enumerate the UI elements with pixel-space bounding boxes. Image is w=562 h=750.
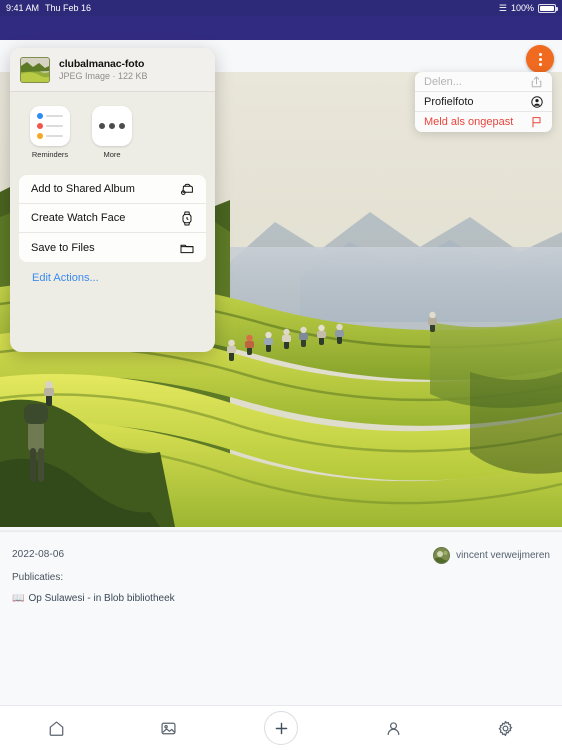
books-icon: 📖	[12, 592, 25, 604]
action-label: Save to Files	[31, 241, 95, 254]
action-add-to-shared-album[interactable]: Add to Shared Album	[19, 175, 206, 204]
battery-percent: 100%	[510, 3, 534, 13]
person-icon	[385, 720, 402, 737]
image-icon	[160, 720, 177, 737]
context-menu-label: Meld als ongepast	[424, 116, 514, 128]
file-meta: JPEG Image · 122 KB	[59, 71, 148, 81]
battery-full-icon	[538, 3, 558, 13]
action-label: Add to Shared Album	[31, 183, 135, 195]
share-sheet-file-info: clubalmanac-foto JPEG Image · 122 KB	[59, 58, 148, 81]
status-bar: 9:41 AM Thu Feb 16 ☰ 100%	[0, 0, 562, 16]
photo-thumbnail	[20, 56, 50, 83]
status-bar-left: 9:41 AM Thu Feb 16	[6, 3, 91, 13]
action-save-to-files[interactable]: Save to Files	[19, 233, 206, 262]
share-sheet-header: clubalmanac-foto JPEG Image · 122 KB	[10, 48, 215, 92]
flag-icon	[530, 116, 543, 129]
page-body: Delen... Profielfoto Meld als ongepast c…	[0, 40, 562, 750]
share-sheet-actions: Add to Shared Album Create Watch Face Sa…	[19, 175, 206, 262]
plus-icon	[264, 711, 299, 745]
share-sheet-app-row: Reminders More	[10, 92, 215, 163]
meta-inner: 2022-08-06 Publicaties: 📖 Op Sulawesi - …	[0, 531, 562, 604]
bottom-tab-bar	[0, 705, 562, 750]
status-date: Thu Feb 16	[45, 3, 92, 13]
share-icon	[530, 75, 543, 88]
folder-icon	[179, 240, 194, 255]
publication-link-label: Op Sulawesi - in Blob bibliotheek	[28, 593, 175, 604]
avatar	[433, 547, 451, 564]
share-target-reminders[interactable]: Reminders	[26, 106, 74, 159]
context-menu-item-report[interactable]: Meld als ongepast	[415, 112, 552, 132]
tab-settings[interactable]	[450, 706, 562, 750]
action-create-watch-face[interactable]: Create Watch Face	[19, 204, 206, 233]
wifi-icon: ☰	[498, 2, 507, 13]
tab-gallery[interactable]	[112, 706, 224, 750]
share-target-more[interactable]: More	[88, 106, 136, 159]
share-target-label: More	[103, 150, 121, 159]
status-time: 9:41 AM	[6, 3, 40, 13]
publication-link[interactable]: 📖 Op Sulawesi - in Blob bibliotheek	[12, 593, 550, 604]
shared-album-icon	[179, 182, 194, 197]
more-vertical-icon[interactable]	[526, 45, 554, 73]
home-icon	[48, 720, 65, 737]
tab-home[interactable]	[0, 706, 112, 750]
author-name: vincent verweijmeren	[456, 550, 550, 561]
context-menu-label: Delen...	[424, 75, 462, 88]
publications-label: Publicaties:	[12, 572, 64, 583]
edit-actions-button[interactable]: Edit Actions...	[10, 262, 215, 284]
context-menu-item-profile-photo[interactable]: Profielfoto	[415, 92, 552, 112]
gear-icon	[497, 720, 514, 737]
file-name: clubalmanac-foto	[59, 58, 145, 70]
status-bar-right: ☰ 100%	[498, 2, 558, 13]
share-target-label: Reminders	[31, 150, 69, 159]
context-menu-label: Profielfoto	[424, 95, 474, 108]
context-menu: Delen... Profielfoto Meld als ongepast	[415, 72, 552, 132]
tab-add[interactable]	[225, 706, 337, 750]
context-menu-item-share[interactable]: Delen...	[415, 72, 552, 92]
share-sheet: clubalmanac-foto JPEG Image · 122 KB Rem…	[10, 48, 215, 352]
reminders-icon	[30, 106, 70, 146]
watch-icon	[179, 211, 194, 226]
tab-profile[interactable]	[337, 706, 449, 750]
action-label: Create Watch Face	[31, 212, 126, 224]
author[interactable]: vincent verweijmeren	[433, 547, 550, 564]
person-circle-icon	[530, 95, 543, 108]
post-meta-section: 2022-08-06 Publicaties: 📖 Op Sulawesi - …	[0, 530, 562, 705]
app-root: 9:41 AM Thu Feb 16 ☰ 100% Delen... Profi…	[0, 0, 562, 750]
more-icon	[92, 106, 132, 146]
